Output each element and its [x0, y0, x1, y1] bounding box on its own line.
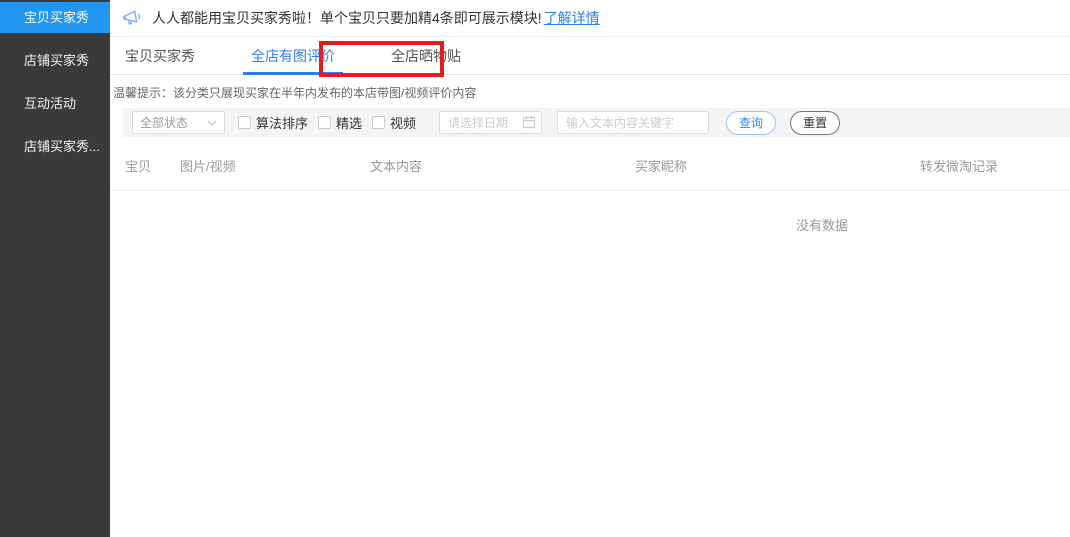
megaphone-icon — [122, 8, 142, 28]
status-select[interactable]: 全部状态 — [132, 111, 225, 134]
date-input[interactable] — [439, 111, 542, 134]
tab-shop-share-posts[interactable]: 全店晒物贴 — [391, 37, 461, 75]
buyer-show-admin-page: 宝贝买家秀 店铺买家秀 互动活动 店铺买家秀... 人人都能用宝贝买家秀啦！单个… — [0, 0, 1070, 537]
checkbox-box[interactable] — [318, 116, 331, 129]
sidebar-item-shop-buyer-show[interactable]: 店铺买家秀 — [0, 45, 110, 76]
notice-banner: 人人都能用宝贝买家秀啦！单个宝贝只要加精4条即可展示模块! 了解详情 — [110, 0, 1070, 37]
table-header: 宝贝 图片/视频 文本内容 买家昵称 转发微淘记录 — [110, 137, 1070, 191]
date-input-wrap — [439, 111, 542, 134]
column-header-weitao-repost: 转发微淘记录 — [920, 156, 1070, 175]
filter-bar: 全部状态 算法排序 精选 视频 — [123, 108, 1070, 137]
column-header-media: 图片/视频 — [180, 156, 370, 175]
column-header-item: 宝贝 — [125, 156, 180, 175]
sidebar-item-item-buyer-show[interactable]: 宝贝买家秀 — [0, 2, 110, 33]
checkbox-algorithm-sort[interactable]: 算法排序 — [238, 113, 308, 132]
reset-button[interactable]: 重置 — [790, 111, 840, 135]
sidebar: 宝贝买家秀 店铺买家秀 互动活动 店铺买家秀... — [0, 0, 110, 537]
empty-state-text: 没有数据 — [110, 191, 1070, 234]
checkbox-box[interactable] — [372, 116, 385, 129]
sidebar-item-shop-buyer-show-more[interactable]: 店铺买家秀... — [0, 131, 110, 162]
status-select-value: 全部状态 — [140, 114, 188, 131]
main-content: 人人都能用宝贝买家秀啦！单个宝贝只要加精4条即可展示模块! 了解详情 宝贝买家秀… — [110, 0, 1070, 537]
checkbox-label: 视频 — [390, 113, 416, 132]
keyword-input-wrap — [557, 111, 709, 134]
banner-text: 人人都能用宝贝买家秀啦！单个宝贝只要加精4条即可展示模块! — [152, 8, 542, 28]
checkbox-box[interactable] — [238, 116, 251, 129]
tab-shop-photo-reviews[interactable]: 全店有图评价 — [251, 37, 335, 75]
checkbox-label: 精选 — [336, 113, 362, 132]
column-header-text-content: 文本内容 — [370, 156, 635, 175]
keyword-input[interactable] — [557, 111, 709, 134]
checkbox-label: 算法排序 — [256, 113, 308, 132]
checkbox-featured[interactable]: 精选 — [318, 113, 362, 132]
hint-text: 温馨提示：该分类只展现买家在半年内发布的本店带图/视频评价内容 — [113, 84, 1070, 101]
tab-bar: 宝贝买家秀 全店有图评价 全店晒物贴 — [110, 37, 1070, 75]
query-button[interactable]: 查询 — [726, 111, 776, 135]
sidebar-item-interactive-activity[interactable]: 互动活动 — [0, 88, 110, 119]
checkbox-video[interactable]: 视频 — [372, 113, 416, 132]
chevron-down-icon — [207, 120, 217, 126]
tab-item-buyer-show[interactable]: 宝贝买家秀 — [125, 37, 195, 75]
column-header-buyer-nickname: 买家昵称 — [635, 156, 920, 175]
banner-detail-link[interactable]: 了解详情 — [544, 8, 600, 28]
